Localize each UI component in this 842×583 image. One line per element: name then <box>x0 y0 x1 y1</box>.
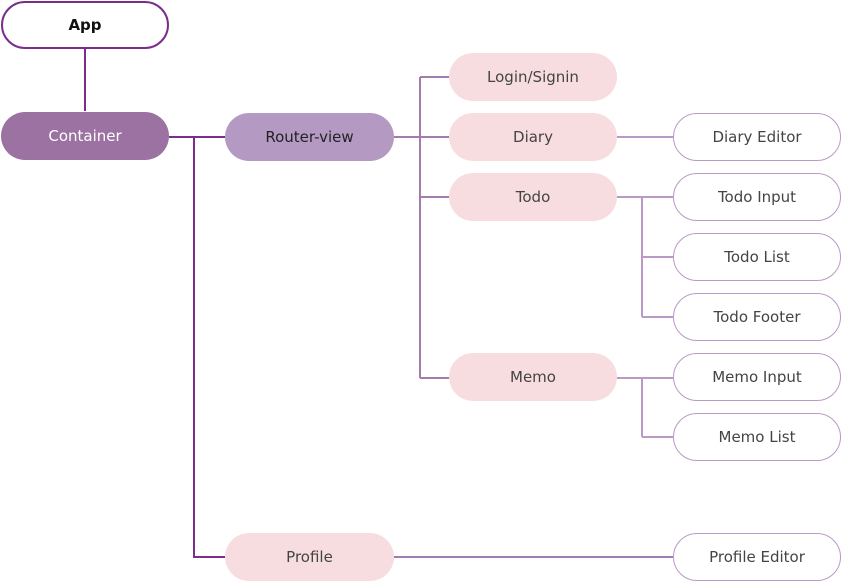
node-memo: Memo <box>449 353 617 401</box>
node-profile: Profile <box>225 533 394 581</box>
node-label: Todo List <box>724 248 790 266</box>
node-label: Memo <box>510 368 556 386</box>
node-label: Router-view <box>265 128 354 146</box>
node-login-signin: Login/Signin <box>449 53 617 101</box>
node-label: Memo List <box>718 428 796 446</box>
node-memo-list: Memo List <box>673 413 841 461</box>
node-app: App <box>1 1 169 49</box>
node-label: Diary Editor <box>712 128 802 146</box>
node-memo-input: Memo Input <box>673 353 841 401</box>
node-label: Login/Signin <box>487 68 579 86</box>
connectors <box>84 49 673 558</box>
node-diary: Diary <box>449 113 617 161</box>
node-label: Profile Editor <box>709 548 805 566</box>
node-todo-input: Todo Input <box>673 173 841 221</box>
node-diary-editor: Diary Editor <box>673 113 841 161</box>
node-label: Todo Footer <box>713 308 801 326</box>
node-label: Container <box>48 127 122 145</box>
edge-container-profile <box>193 137 225 558</box>
node-container: Container <box>1 112 169 160</box>
node-todo-list: Todo List <box>673 233 841 281</box>
node-label: Diary <box>513 128 553 146</box>
node-label: Todo <box>515 188 551 206</box>
node-router-view: Router-view <box>225 113 394 161</box>
node-label: Todo Input <box>717 188 797 206</box>
node-label: Profile <box>286 548 333 566</box>
node-label: App <box>68 16 102 34</box>
node-profile-editor: Profile Editor <box>673 533 841 581</box>
node-todo: Todo <box>449 173 617 221</box>
node-label: Memo Input <box>712 368 802 386</box>
node-todo-footer: Todo Footer <box>673 293 841 341</box>
